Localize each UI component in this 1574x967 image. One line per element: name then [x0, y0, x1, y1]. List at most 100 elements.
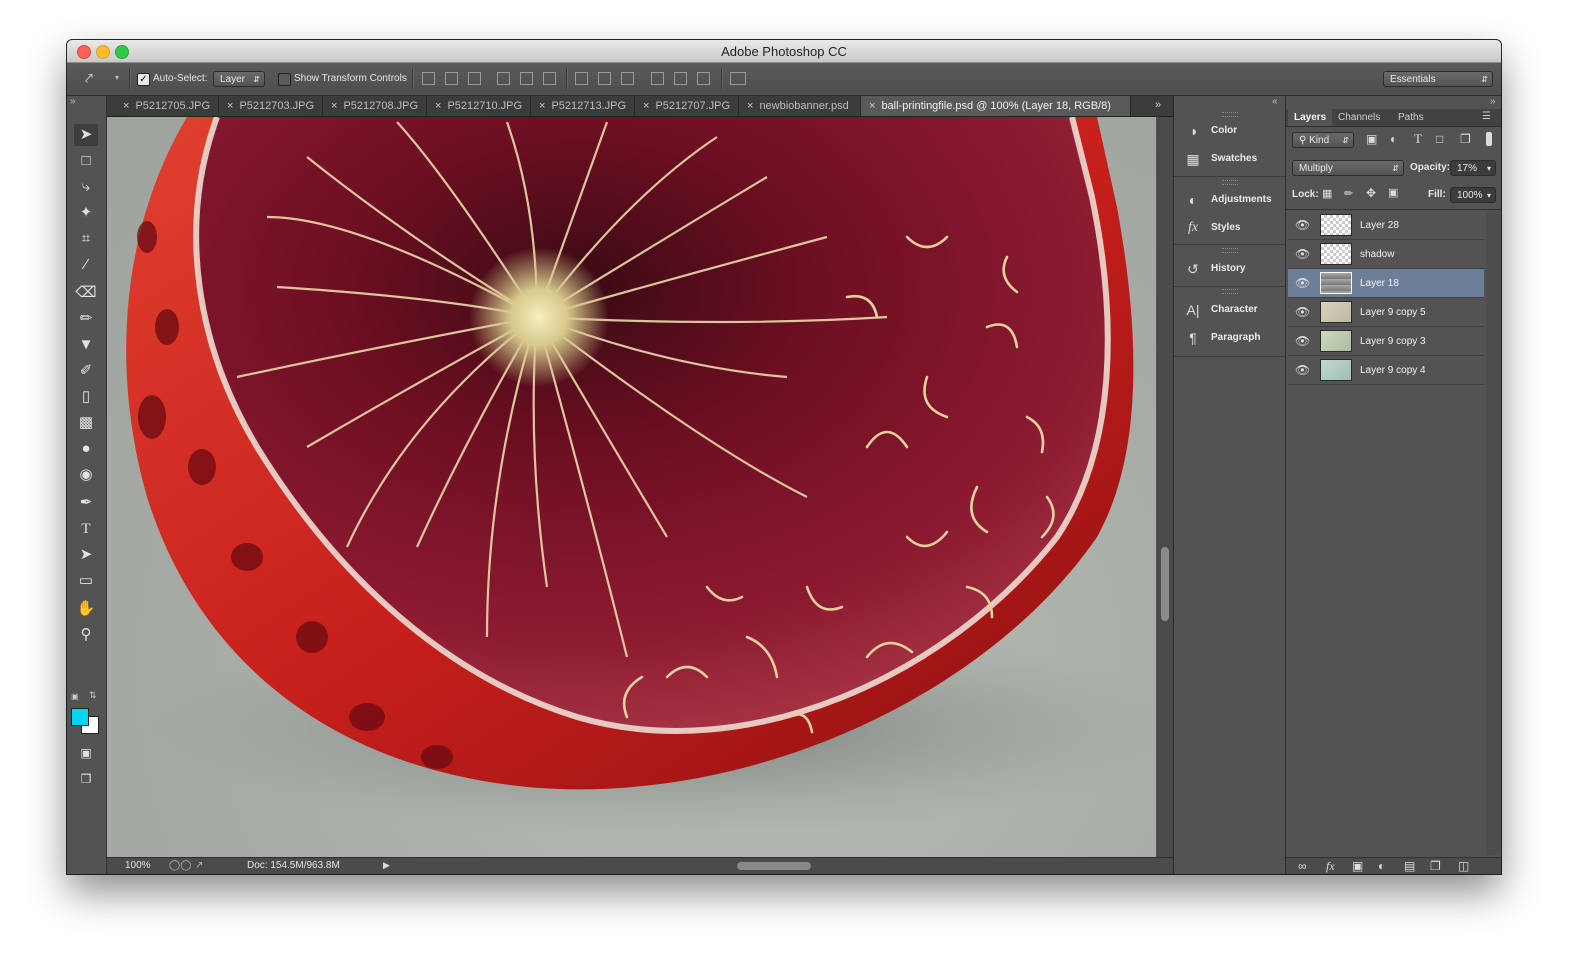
document-tab[interactable]: × P5212703.JPG — [219, 96, 323, 116]
layer-row[interactable]: 👁 Layer 28 — [1288, 211, 1484, 240]
document-tab[interactable]: × P5212705.JPG — [115, 96, 219, 116]
workspace-dropdown[interactable]: Essentials ⇵ — [1383, 71, 1493, 87]
panel-button-adjustments[interactable]: ◐ Adjustments — [1174, 187, 1285, 213]
fill-field[interactable]: 100% ▾ — [1450, 187, 1496, 203]
lock-pixels-icon[interactable]: ✏ — [1344, 187, 1353, 200]
lock-transparent-icon[interactable]: ▦ — [1322, 187, 1332, 200]
zoom-tool-icon[interactable]: ⚲ — [74, 624, 98, 646]
filter-smart-object-icon[interactable]: ❐ — [1460, 132, 1471, 146]
blur-tool-icon[interactable]: ● — [74, 438, 98, 460]
layer-row[interactable]: 👁 shadow — [1288, 240, 1484, 269]
crop-tool-icon[interactable]: ⌗ — [74, 228, 98, 250]
link-layers-icon[interactable]: ∞ — [1298, 859, 1307, 873]
move-tool-icon[interactable]: ➤ — [74, 124, 98, 146]
layer-row-selected[interactable]: 👁 Layer 18 — [1288, 269, 1484, 298]
add-mask-icon[interactable]: ▣ — [1352, 859, 1363, 873]
distribute-horizontal-center-icon[interactable] — [674, 72, 687, 85]
panel-grip[interactable] — [1222, 289, 1238, 294]
document-tab[interactable]: × P5212708.JPG — [323, 96, 427, 116]
visibility-eye-icon[interactable]: 👁 — [1295, 276, 1310, 290]
panel-button-color[interactable]: ◑ Color — [1174, 118, 1285, 144]
document-tab[interactable]: × P5212713.JPG — [531, 96, 635, 116]
close-tab-icon[interactable]: × — [435, 100, 441, 112]
layer-row[interactable]: 👁 Layer 9 copy 4 — [1288, 356, 1484, 385]
horizontal-scrollbar-thumb[interactable] — [737, 862, 811, 870]
filter-type-icon[interactable]: T — [1414, 131, 1422, 147]
chevron-down-icon[interactable]: ▾ — [1487, 161, 1491, 177]
screen-mode-icon[interactable]: ❐ — [74, 768, 98, 790]
brush-tool-icon[interactable]: ✏ — [74, 308, 98, 330]
visibility-eye-icon[interactable]: 👁 — [1295, 334, 1310, 348]
align-horizontal-center-icon[interactable] — [520, 72, 533, 85]
chevron-down-icon[interactable]: ▾ — [1487, 188, 1491, 204]
collapse-panel-icon[interactable]: » — [1490, 96, 1496, 107]
panel-button-styles[interactable]: fx Styles — [1174, 215, 1285, 241]
vertical-scrollbar[interactable] — [1157, 117, 1173, 857]
magic-wand-tool-icon[interactable]: ✦ — [74, 202, 98, 224]
move-tool-preset-icon[interactable]: ⤤ — [85, 70, 93, 87]
opacity-field[interactable]: 17% ▾ — [1450, 160, 1496, 176]
panel-button-swatches[interactable]: ▦ Swatches — [1174, 146, 1285, 172]
panel-button-paragraph[interactable]: ¶ Paragraph — [1174, 325, 1285, 351]
eraser-tool-icon[interactable]: ▯ — [74, 386, 98, 408]
export-icon[interactable]: ↗ — [195, 860, 203, 871]
rectangle-tool-icon[interactable]: ▭ — [74, 570, 98, 592]
visibility-eye-icon[interactable]: 👁 — [1295, 363, 1310, 377]
scrollbar-thumb[interactable] — [1161, 547, 1169, 621]
align-top-icon[interactable] — [422, 72, 435, 85]
quick-mask-icon[interactable]: ▣ — [74, 742, 98, 764]
panel-grip[interactable] — [1222, 248, 1238, 253]
default-colors-icon[interactable]: ▣ — [71, 692, 79, 701]
filter-kind-dropdown[interactable]: ⚲ Kind ⇵ — [1292, 132, 1354, 148]
document-tab[interactable]: × P5212710.JPG — [427, 96, 531, 116]
auto-select-target-dropdown[interactable]: Layer ⇵ — [213, 71, 265, 87]
new-group-folder-icon[interactable]: ▤ — [1404, 859, 1415, 873]
close-tab-icon[interactable]: × — [643, 100, 649, 112]
eyedropper-tool-icon[interactable]: ⁄ — [74, 254, 98, 276]
panel-button-history[interactable]: ↺ History — [1174, 256, 1285, 282]
chevron-down-icon[interactable]: ▾ — [115, 73, 119, 82]
auto-select-checkbox[interactable]: ✓ — [137, 73, 150, 86]
tab-layers[interactable]: Layers — [1288, 109, 1333, 126]
distribute-right-icon[interactable] — [697, 72, 710, 85]
close-tab-icon[interactable]: × — [331, 100, 337, 112]
document-canvas[interactable] — [107, 117, 1156, 857]
document-tab[interactable]: × newbiobanner.psd — [739, 96, 861, 116]
align-left-icon[interactable] — [497, 72, 510, 85]
close-tab-icon[interactable]: × — [747, 100, 753, 112]
distribute-left-icon[interactable] — [651, 72, 664, 85]
distribute-bottom-icon[interactable] — [621, 72, 634, 85]
layer-row[interactable]: 👁 Layer 9 copy 3 — [1288, 327, 1484, 356]
align-bottom-icon[interactable] — [468, 72, 481, 85]
path-selection-tool-icon[interactable]: ➤ — [74, 544, 98, 566]
close-tab-icon[interactable]: × — [227, 100, 233, 112]
lock-all-icon[interactable]: ▣ — [1388, 186, 1398, 199]
close-tab-icon[interactable]: × — [539, 100, 545, 112]
distribute-top-icon[interactable] — [575, 72, 588, 85]
filter-toggle-switch[interactable] — [1486, 132, 1492, 146]
pen-tool-icon[interactable]: ✒ — [74, 492, 98, 514]
collapse-panel-icon[interactable]: » — [70, 96, 76, 107]
lasso-tool-icon[interactable]: ⤷ — [74, 176, 98, 198]
align-vertical-center-icon[interactable] — [445, 72, 458, 85]
visibility-eye-icon[interactable]: 👁 — [1295, 247, 1310, 261]
layers-scrollbar[interactable] — [1486, 211, 1500, 855]
collapse-dock-icon[interactable]: « — [1272, 96, 1278, 107]
auto-align-layers-icon[interactable] — [730, 72, 746, 85]
close-tab-icon[interactable]: × — [123, 100, 129, 112]
tab-paths[interactable]: Paths — [1392, 109, 1430, 126]
layer-style-fx-icon[interactable]: fx — [1326, 859, 1335, 874]
blend-mode-dropdown[interactable]: Multiply ⇵ — [1292, 160, 1404, 176]
panel-grip[interactable] — [1222, 180, 1238, 185]
close-tab-icon[interactable]: × — [869, 100, 875, 112]
document-tab[interactable]: × P5212707.JPG — [635, 96, 739, 116]
panel-button-character[interactable]: A| Character — [1174, 297, 1285, 323]
filter-shape-icon[interactable]: □ — [1436, 132, 1443, 146]
filter-pixel-icon[interactable]: ▣ — [1366, 132, 1377, 146]
new-layer-icon[interactable]: ❐ — [1430, 859, 1441, 873]
lock-position-icon[interactable]: ✥ — [1366, 186, 1376, 200]
status-menu-arrow-icon[interactable]: ▶ — [383, 860, 390, 871]
visibility-eye-icon[interactable]: 👁 — [1295, 305, 1310, 319]
distribute-vertical-center-icon[interactable] — [598, 72, 611, 85]
status-glasses-icon[interactable]: ◯◯ — [169, 860, 191, 871]
